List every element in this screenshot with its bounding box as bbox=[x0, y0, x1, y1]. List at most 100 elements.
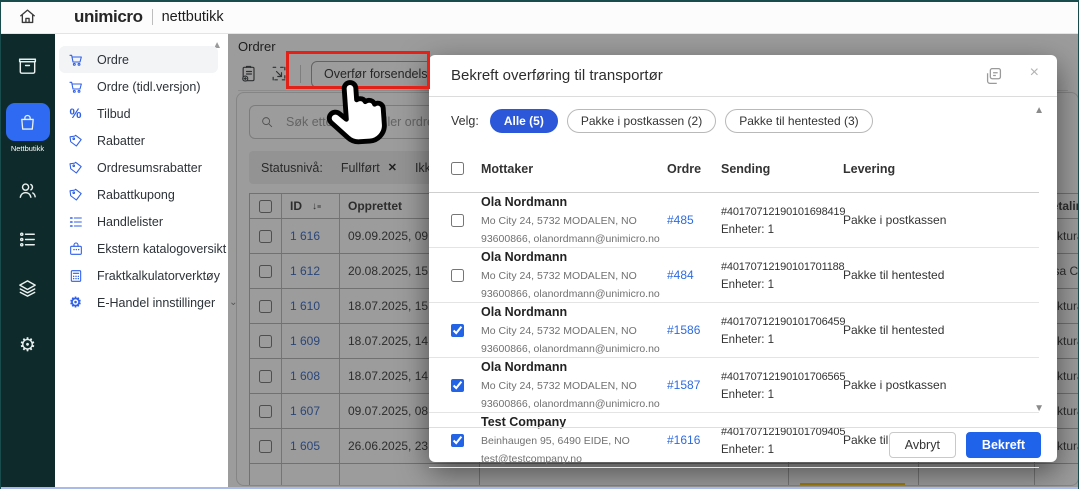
recipient-contact: 93600866, olanordmann@unimicro.no bbox=[481, 233, 660, 245]
app-window: unimicro nettbutikk Nettbutikk ⚙ ▲ bbox=[0, 0, 1079, 489]
main-content: Ordrer Overfør forsendelser 6 Statusnivå… bbox=[228, 34, 1079, 489]
sidebar-item-ordre[interactable]: Ordre bbox=[59, 46, 218, 73]
recipient-name: Ola Nordmann bbox=[481, 195, 567, 209]
sidebar-item-ordre-tidl[interactable]: Ordre (tidl.versjon) bbox=[59, 73, 218, 100]
order-link[interactable]: #485 bbox=[667, 213, 694, 227]
sidebar-item-ordresumsrabatter[interactable]: Ordresumsrabatter bbox=[59, 154, 218, 181]
logo-divider bbox=[152, 9, 153, 25]
list-icon bbox=[67, 213, 84, 230]
shipments-table-header: Mottaker Ordre Sending Levering bbox=[429, 145, 1039, 193]
topbar: unimicro nettbutikk bbox=[0, 0, 1079, 34]
recipient-address: Mo City 24, 5732 MODALEN, NO bbox=[481, 270, 637, 282]
order-link[interactable]: #484 bbox=[667, 268, 694, 282]
velg-label: Velg: bbox=[451, 114, 479, 128]
sidebar-item-ekstern-katalogoversikt[interactable]: Ekstern katalogoversikt bbox=[59, 235, 218, 262]
rail-item-lists[interactable] bbox=[6, 228, 50, 251]
col-header-ordre: Ordre bbox=[667, 162, 721, 176]
print-labels-icon[interactable] bbox=[983, 65, 1005, 92]
sidebar-item-handlelister[interactable]: Handlelister bbox=[59, 208, 218, 235]
shipment-checkbox[interactable] bbox=[451, 379, 464, 392]
tag-icon bbox=[67, 159, 84, 176]
gear-icon: ⚙ bbox=[67, 294, 84, 311]
modal-header: Bekreft overføring til transportør × bbox=[429, 55, 1057, 97]
shipment-units: Enheter: 1 bbox=[721, 224, 774, 236]
sidebar-item-label: Ordresumsrabatter bbox=[97, 161, 202, 175]
catalog-icon bbox=[67, 240, 84, 257]
recipient-name: Ola Nordmann bbox=[481, 360, 567, 374]
delivery-method: Pakke til hentested bbox=[843, 323, 1029, 337]
rail-item-customers[interactable] bbox=[6, 179, 50, 202]
sidebar-item-tilbud[interactable]: % Tilbud bbox=[59, 100, 218, 127]
shipment-number: #40170712190101706565 bbox=[721, 371, 845, 383]
shipment-row[interactable]: Ola Nordmann Mo City 24, 5732 MODALEN, N… bbox=[429, 303, 1039, 358]
shipment-number: #40170712190101698419 bbox=[721, 206, 845, 218]
recipient-address: Mo City 24, 5732 MODALEN, NO bbox=[481, 380, 637, 392]
cart-icon bbox=[67, 51, 84, 68]
shipment-checkbox[interactable] bbox=[451, 214, 464, 227]
sidebar-item-label: Tilbud bbox=[97, 107, 131, 121]
pill-pakke-til-hentested[interactable]: Pakke til hentested (3) bbox=[725, 109, 872, 133]
tag-icon bbox=[67, 132, 84, 149]
home-icon bbox=[18, 7, 37, 26]
cancel-button[interactable]: Avbryt bbox=[889, 432, 956, 458]
gear-icon: ⚙ bbox=[19, 336, 36, 355]
recipient-contact: 93600866, olanordmann@unimicro.no bbox=[481, 398, 660, 410]
col-header-sending: Sending bbox=[721, 162, 843, 176]
modal-footer: Avbryt Bekreft bbox=[429, 427, 1057, 462]
rail-item-nettbutikk[interactable]: Nettbutikk bbox=[6, 103, 50, 153]
sidebar-item-rabatter[interactable]: Rabatter bbox=[59, 127, 218, 154]
shipment-number: #40170712190101706459 bbox=[721, 316, 845, 328]
rail-active-tile bbox=[6, 103, 50, 141]
shipment-row[interactable]: Ola Nordmann Mo City 24, 5732 MODALEN, N… bbox=[429, 193, 1039, 248]
shipment-units: Enheter: 1 bbox=[721, 279, 774, 291]
col-header-levering: Levering bbox=[843, 162, 1029, 176]
select-all-shipments-checkbox[interactable] bbox=[451, 162, 464, 175]
sidebar-item-label: Ordre bbox=[97, 53, 129, 67]
brand-name: unimicro bbox=[74, 7, 143, 27]
confirm-button[interactable]: Bekreft bbox=[966, 432, 1041, 458]
delivery-method: Pakke til hentested bbox=[843, 268, 1029, 282]
delivery-filter-pills: Velg: Alle (5) Pakke i postkassen (2) Pa… bbox=[451, 109, 873, 133]
layers-icon bbox=[16, 277, 39, 300]
close-icon[interactable]: × bbox=[1030, 65, 1039, 81]
cart-icon bbox=[67, 78, 84, 95]
modal-scroll-up-icon[interactable]: ▲ bbox=[1034, 105, 1044, 116]
sidebar-item-fraktkalkulatorverktoy[interactable]: Fraktkalkulatorverktøy bbox=[59, 262, 218, 289]
archive-box-icon bbox=[16, 54, 39, 77]
rail-item-orders[interactable] bbox=[6, 54, 50, 77]
shipment-checkbox[interactable] bbox=[451, 269, 464, 282]
shipment-row[interactable]: Ola Nordmann Mo City 24, 5732 MODALEN, N… bbox=[429, 248, 1039, 303]
percent-icon: % bbox=[67, 105, 84, 122]
shipment-units: Enheter: 1 bbox=[721, 389, 774, 401]
shopping-bag-icon bbox=[17, 112, 38, 133]
shipment-number: #40170712190101701188 bbox=[721, 261, 844, 273]
shipment-checkbox[interactable] bbox=[451, 324, 464, 337]
shipment-row[interactable]: Ola Nordmann Mo City 24, 5732 MODALEN, N… bbox=[429, 358, 1039, 413]
pill-pakke-i-postkassen[interactable]: Pakke i postkassen (2) bbox=[567, 109, 716, 133]
tag-icon bbox=[67, 186, 84, 203]
pill-alle[interactable]: Alle (5) bbox=[490, 109, 558, 133]
recipient-address: Mo City 24, 5732 MODALEN, NO bbox=[481, 325, 637, 337]
sidebar-menu: Ordre Ordre (tidl.versjon) % Tilbud Raba… bbox=[59, 46, 218, 316]
rail-item-settings[interactable]: ⚙ bbox=[6, 336, 50, 355]
col-header-mottaker: Mottaker bbox=[481, 162, 667, 176]
order-link[interactable]: #1586 bbox=[667, 323, 700, 337]
hand-cursor-icon bbox=[318, 73, 402, 164]
rail-item-layers[interactable] bbox=[6, 277, 50, 300]
sidebar-item-label: Ordre (tidl.versjon) bbox=[97, 80, 201, 94]
shipment-units: Enheter: 1 bbox=[721, 334, 774, 346]
recipient-contact: 93600866, olanordmann@unimicro.no bbox=[481, 288, 660, 300]
sidebar-item-label: Fraktkalkulatorverktøy bbox=[97, 269, 220, 283]
sidebar-item-ehandel-innstillinger[interactable]: ⚙ E-Handel innstillinger ⌄ bbox=[59, 289, 218, 316]
rail-active-label: Nettbutikk bbox=[11, 144, 44, 153]
sidebar-item-label: Handlelister bbox=[97, 215, 163, 229]
home-button[interactable] bbox=[0, 7, 54, 26]
list-settings-icon bbox=[16, 228, 39, 251]
order-link[interactable]: #1587 bbox=[667, 378, 700, 392]
sidebar-item-rabattkupong[interactable]: Rabattkupong bbox=[59, 181, 218, 208]
calculator-icon bbox=[67, 267, 84, 284]
sidebar: ▲ Ordre Ordre (tidl.versjon) % Tilbud Ra… bbox=[55, 34, 228, 489]
transfer-confirm-modal: Bekreft overføring til transportør × Vel… bbox=[429, 55, 1057, 462]
sidebar-item-label: Rabatter bbox=[97, 134, 145, 148]
recipient-name: Ola Nordmann bbox=[481, 305, 567, 319]
